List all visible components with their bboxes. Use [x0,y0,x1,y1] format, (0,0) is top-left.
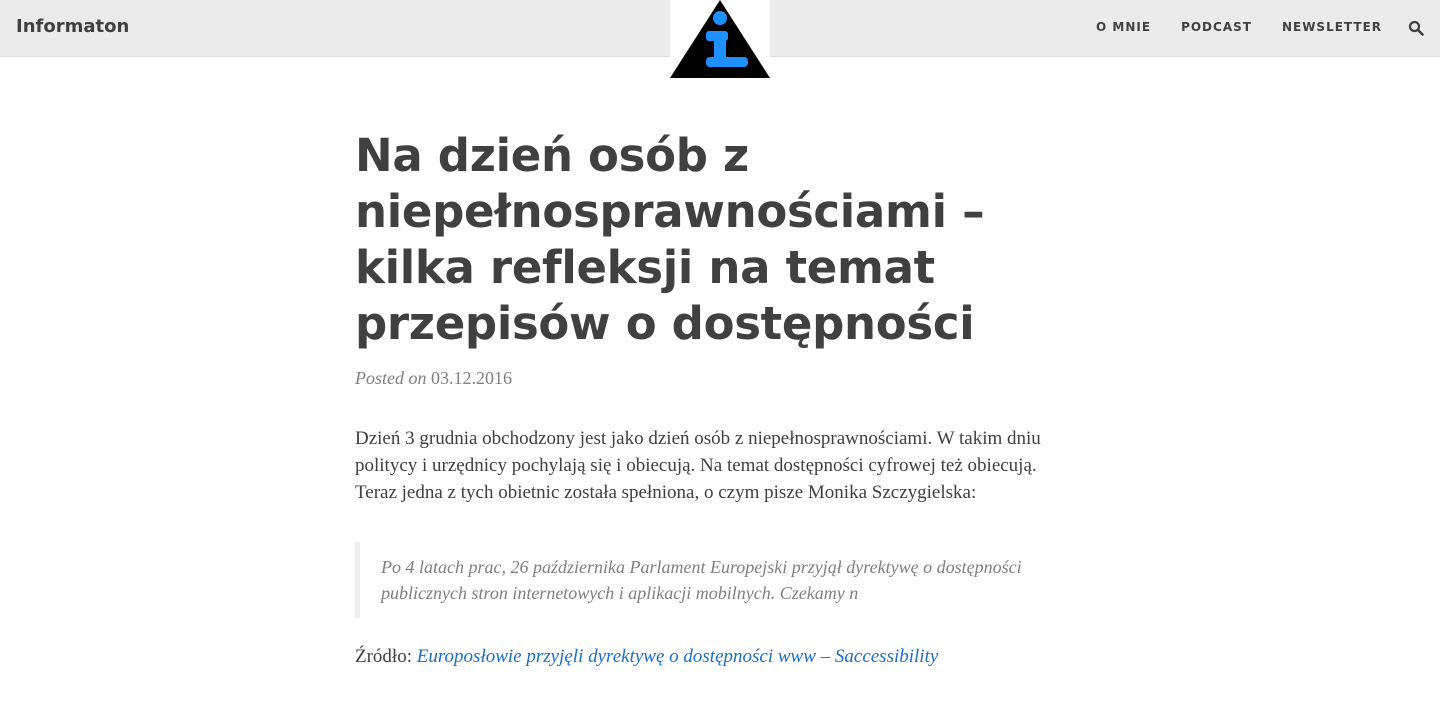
source-label: Źródło: [355,646,412,667]
post-meta: Posted on 03.12.2016 [355,368,1085,389]
navbar: Informaton O MNIE PODCAST NEWSLETTER [0,0,1440,82]
site-logo[interactable] [670,0,770,82]
nav-link-podcast[interactable]: PODCAST [1181,20,1252,34]
blockquote: Po 4 latach prac, 26 października Parlam… [355,542,1041,618]
search-icon[interactable] [1408,20,1424,36]
nav-link-newsletter[interactable]: NEWSLETTER [1282,20,1382,34]
post: Na dzień osób z niepełnosprawnościami – … [355,128,1085,668]
posted-on-label: Posted on [355,368,427,388]
source-line: Źródło: Europosłowie przyjęli dyrektywę … [355,646,1085,668]
post-date: 03.12.2016 [431,368,512,388]
quote-text: Po 4 latach prac, 26 października Parlam… [381,557,1022,603]
post-body: Dzień 3 grudnia obchodzony jest jako dzi… [355,425,1065,506]
source-link[interactable]: Europosłowie przyjęli dyrektywę o dostęp… [417,646,939,667]
brand-link[interactable]: Informaton [16,16,129,37]
info-triangle-icon [670,0,770,78]
post-title: Na dzień osób z niepełnosprawnościami – … [355,129,985,350]
nav-links: O MNIE PODCAST NEWSLETTER [1096,20,1382,34]
nav-link-o-mnie[interactable]: O MNIE [1096,20,1151,34]
post-paragraph: Dzień 3 grudnia obchodzony jest jako dzi… [355,428,1041,503]
